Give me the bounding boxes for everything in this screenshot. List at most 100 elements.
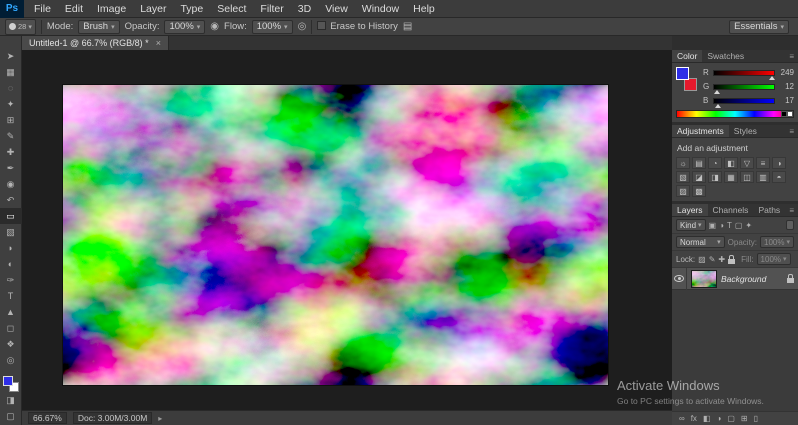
green-slider[interactable] bbox=[713, 83, 775, 94]
new-layer-icon[interactable]: ⊞ bbox=[741, 414, 748, 423]
shape-tool[interactable]: ◻ bbox=[0, 320, 22, 336]
quick-mask-button[interactable]: ◨ bbox=[0, 392, 22, 408]
document-canvas[interactable] bbox=[63, 85, 608, 385]
close-icon[interactable]: × bbox=[156, 38, 161, 48]
menu-layer[interactable]: Layer bbox=[133, 0, 173, 18]
color-balance-icon[interactable]: ◑ bbox=[772, 157, 786, 169]
type-tool[interactable]: T bbox=[0, 288, 22, 304]
blur-tool[interactable]: ◗ bbox=[0, 240, 22, 256]
channel-mixer-icon[interactable]: ◨ bbox=[708, 171, 722, 183]
color-lookup-icon[interactable]: ▦ bbox=[724, 171, 738, 183]
selective-color-icon[interactable]: ▩ bbox=[692, 185, 706, 197]
lock-transparent-pixels-icon[interactable]: ▨ bbox=[698, 255, 706, 264]
flow-select[interactable]: 100% ▾ bbox=[251, 19, 293, 34]
layer-visibility-toggle[interactable] bbox=[672, 268, 687, 290]
tab-layers[interactable]: Layers bbox=[672, 204, 708, 216]
levels-icon[interactable]: ▤ bbox=[692, 157, 706, 169]
menu-view[interactable]: View bbox=[318, 0, 355, 18]
adjustment-layer-filter-icon[interactable]: ◑ bbox=[719, 221, 724, 230]
type-layer-filter-icon[interactable]: T bbox=[727, 221, 732, 230]
threshold-icon[interactable]: ◓ bbox=[772, 171, 786, 183]
red-value[interactable]: 249 bbox=[778, 68, 794, 77]
tab-color[interactable]: Color bbox=[672, 50, 703, 62]
healing-brush-tool[interactable]: ✚ bbox=[0, 144, 22, 160]
lock-position-icon[interactable]: ✚ bbox=[718, 255, 725, 264]
layer-name[interactable]: Background bbox=[721, 274, 783, 284]
black-white-icon[interactable]: ▧ bbox=[676, 171, 690, 183]
erase-to-history-checkbox[interactable]: Erase to History bbox=[317, 21, 398, 32]
panel-menu-icon[interactable]: ≡ bbox=[785, 50, 798, 62]
curves-icon[interactable]: ◔ bbox=[708, 157, 722, 169]
eraser-tool[interactable]: ▭ bbox=[0, 208, 22, 224]
eraser-preset-picker[interactable]: 28 ▾ bbox=[5, 18, 36, 35]
mode-select[interactable]: Brush ▾ bbox=[78, 19, 120, 34]
blend-mode-select[interactable]: Normal ▾ bbox=[676, 236, 725, 248]
blue-slider[interactable] bbox=[713, 97, 775, 108]
crop-tool[interactable]: ⊞ bbox=[0, 112, 22, 128]
layer-filter-toggle[interactable] bbox=[786, 220, 794, 230]
workspace-switcher[interactable]: Essentials ▾ bbox=[729, 19, 789, 34]
brush-tool[interactable]: ✒ bbox=[0, 160, 22, 176]
menu-file[interactable]: File bbox=[27, 0, 58, 18]
layer-thumbnail[interactable] bbox=[691, 269, 717, 288]
exposure-icon[interactable]: ◧ bbox=[724, 157, 738, 169]
tab-channels[interactable]: Channels bbox=[708, 204, 754, 216]
zoom-tool[interactable]: ◎ bbox=[0, 352, 22, 368]
clone-stamp-tool[interactable]: ◉ bbox=[0, 176, 22, 192]
lock-all-icon[interactable] bbox=[728, 254, 736, 264]
shape-layer-filter-icon[interactable]: ▢ bbox=[735, 221, 743, 230]
add-layer-mask-icon[interactable]: ◧ bbox=[703, 414, 711, 423]
new-adjustment-layer-icon[interactable]: ◑ bbox=[717, 414, 722, 423]
layer-row-background[interactable]: Background bbox=[672, 268, 798, 290]
menu-filter[interactable]: Filter bbox=[253, 0, 290, 18]
lasso-tool[interactable]: ◌ bbox=[0, 80, 22, 96]
posterize-icon[interactable]: ▥ bbox=[756, 171, 770, 183]
vibrance-icon[interactable]: ▽ bbox=[740, 157, 754, 169]
marquee-tool[interactable]: ▦ bbox=[0, 64, 22, 80]
red-slider[interactable] bbox=[713, 69, 776, 80]
layers-opacity-select[interactable]: 100% ▾ bbox=[760, 236, 794, 248]
foreground-color-swatch[interactable] bbox=[2, 376, 13, 386]
menu-help[interactable]: Help bbox=[406, 0, 442, 18]
panel-menu-icon[interactable]: ≡ bbox=[785, 125, 798, 137]
zoom-level-field[interactable]: 66.67% bbox=[28, 412, 67, 424]
quick-selection-tool[interactable]: ✦ bbox=[0, 96, 22, 112]
blue-value[interactable]: 17 bbox=[778, 96, 794, 105]
delete-layer-icon[interactable]: ▯ bbox=[754, 414, 758, 423]
new-group-icon[interactable]: ▢ bbox=[727, 414, 735, 423]
pressure-opacity-icon[interactable]: ◉ bbox=[210, 20, 219, 34]
document-tab[interactable]: Untitled-1 @ 66.7% (RGB/8) * × bbox=[22, 36, 169, 50]
photo-filter-icon[interactable]: ◪ bbox=[692, 171, 706, 183]
panel-menu-icon[interactable]: ≡ bbox=[785, 204, 798, 216]
layer-effects-icon[interactable]: fx bbox=[691, 414, 697, 423]
move-tool[interactable]: ➤ bbox=[0, 48, 22, 64]
gradient-tool[interactable]: ▧ bbox=[0, 224, 22, 240]
foreground-background-swatches[interactable] bbox=[2, 376, 19, 392]
brush-panel-toggle-icon[interactable]: ▤ bbox=[403, 20, 412, 34]
smart-object-filter-icon[interactable]: ✦ bbox=[745, 221, 752, 230]
brightness-contrast-icon[interactable]: ☼ bbox=[676, 157, 690, 169]
airbrush-icon[interactable]: ◎ bbox=[298, 20, 307, 34]
pen-tool[interactable]: ✑ bbox=[0, 272, 22, 288]
color-spectrum-ramp[interactable] bbox=[676, 110, 794, 118]
opacity-select[interactable]: 100% ▾ bbox=[164, 19, 206, 34]
pixel-layer-filter-icon[interactable]: ▣ bbox=[709, 221, 717, 230]
path-selection-tool[interactable]: ▲ bbox=[0, 304, 22, 320]
eyedropper-tool[interactable]: ✎ bbox=[0, 128, 22, 144]
lock-image-pixels-icon[interactable]: ✎ bbox=[709, 255, 716, 264]
fill-select[interactable]: 100% ▾ bbox=[756, 253, 791, 265]
layer-filter-kind-select[interactable]: Kind ▾ bbox=[676, 219, 706, 231]
dodge-tool[interactable]: ◐ bbox=[0, 256, 22, 272]
tab-styles[interactable]: Styles bbox=[729, 125, 762, 137]
menu-edit[interactable]: Edit bbox=[58, 0, 90, 18]
gradient-map-icon[interactable]: ▨ bbox=[676, 185, 690, 197]
white-swatch[interactable] bbox=[787, 111, 793, 117]
tab-swatches[interactable]: Swatches bbox=[702, 50, 749, 62]
hue-saturation-icon[interactable]: ≡ bbox=[756, 157, 770, 169]
menu-3d[interactable]: 3D bbox=[291, 0, 318, 18]
menu-type[interactable]: Type bbox=[173, 0, 210, 18]
history-brush-tool[interactable]: ↶ bbox=[0, 192, 22, 208]
hand-tool[interactable]: ❖ bbox=[0, 336, 22, 352]
menu-image[interactable]: Image bbox=[90, 0, 133, 18]
tab-paths[interactable]: Paths bbox=[753, 204, 785, 216]
